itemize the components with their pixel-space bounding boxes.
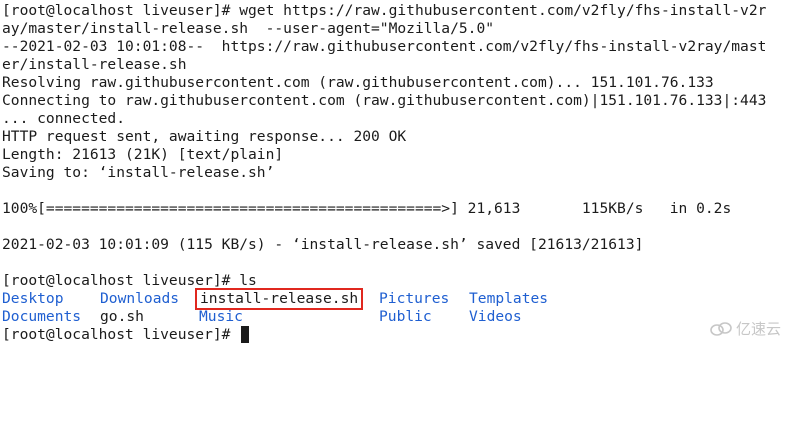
ls-entry-music: Music: [199, 308, 243, 325]
ls-entry-templates: Templates: [469, 290, 549, 307]
terminal-line: er/install-release.sh: [2, 56, 187, 73]
terminal-line: Resolving raw.githubusercontent.com (raw…: [2, 74, 714, 91]
ls-entry-downloads: Downloads: [100, 290, 180, 307]
ls-output-row: Documents go.sh Music Public Videos: [2, 308, 789, 326]
terminal-line: Length: 21613 (21K) [text/plain]: [2, 146, 284, 163]
terminal-line: ay/master/install-release.sh --user-agen…: [2, 20, 495, 37]
watermark-text: 亿速云: [735, 320, 781, 338]
ls-entry-documents: Documents: [2, 308, 82, 325]
prompt-line[interactable]: [root@localhost liveuser]#: [2, 326, 789, 344]
terminal-line: --2021-02-03 10:01:08-- https://raw.gith…: [2, 38, 767, 55]
terminal-line: [root@localhost liveuser]# wget https://…: [2, 2, 767, 19]
shell-prompt: [root@localhost liveuser]#: [2, 326, 240, 343]
terminal-line: Connecting to raw.githubusercontent.com …: [2, 92, 767, 109]
text-cursor: [241, 326, 250, 343]
ls-entry-desktop: Desktop: [2, 290, 64, 307]
ls-entry-install-release-highlighted: install-release.sh: [195, 288, 364, 310]
terminal-line: ... connected.: [2, 110, 126, 127]
download-progress-line: 100%[===================================…: [2, 200, 732, 217]
ls-output-row: Desktop Downloads install-release.sh Pic…: [2, 288, 789, 310]
ls-entry-go-sh: go.sh: [100, 308, 144, 325]
terminal-line: 2021-02-03 10:01:09 (115 KB/s) - ‘instal…: [2, 236, 644, 253]
terminal-line: HTTP request sent, awaiting response... …: [2, 128, 407, 145]
watermark: 亿速云: [710, 318, 781, 339]
ls-entry-pictures: Pictures: [379, 290, 450, 307]
terminal-window[interactable]: [root@localhost liveuser]# wget https://…: [2, 2, 789, 347]
yisu-cloud-logo-icon: [710, 321, 732, 336]
ls-entry-videos: Videos: [469, 308, 522, 325]
ls-entry-public: Public: [379, 308, 432, 325]
terminal-line: Saving to: ‘install-release.sh’: [2, 164, 275, 181]
ls-command-line: [root@localhost liveuser]# ls: [2, 272, 257, 289]
